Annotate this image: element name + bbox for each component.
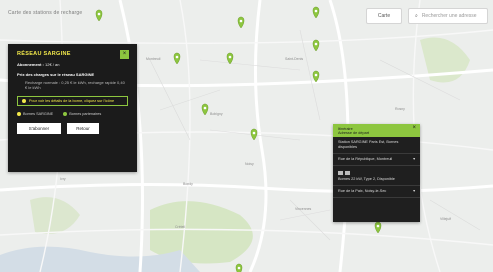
- search-icon: ⌕: [415, 13, 418, 19]
- route-subtitle: Adresse de départ: [338, 131, 370, 135]
- route-item-text: Bornes 22 kW, Type 2, Disponible: [338, 177, 395, 181]
- plug-icon: [345, 171, 350, 175]
- route-item[interactable]: Station SARGINE Paris Est, Bornes dispon…: [333, 137, 420, 154]
- green-dot-icon: [63, 112, 68, 116]
- town-label: Villejuif: [440, 217, 451, 221]
- town-label: Montreuil: [146, 57, 161, 61]
- town-label: Rosny: [395, 107, 405, 111]
- map-search-input[interactable]: ⌕ Rechercher une adresse: [408, 8, 488, 24]
- network-info-panel: RÉSEAU SARGINE × Abonnement : 12€ / an P…: [8, 44, 137, 172]
- route-panel: Itinéraire Adresse de départ × Station S…: [333, 124, 420, 222]
- chevron-down-icon: ▾: [413, 157, 415, 161]
- subscribe-button[interactable]: S'abonner: [17, 123, 61, 134]
- town-label: Vincennes: [295, 207, 312, 211]
- route-panel-header: Itinéraire Adresse de départ ×: [333, 124, 420, 137]
- map-type-button[interactable]: Carte: [366, 8, 402, 24]
- town-label: Saint-Denis: [285, 57, 303, 61]
- panel-title: RÉSEAU SARGINE: [17, 51, 71, 57]
- town-label: Créteil: [175, 225, 185, 229]
- town-label: Bobigny: [210, 112, 223, 116]
- town-label: Ivry: [60, 177, 66, 181]
- town-label: Noisy: [245, 162, 254, 166]
- legend-label: Bornes SARGINE: [23, 112, 54, 116]
- charging-station-pin-icon[interactable]: [235, 263, 243, 272]
- close-icon[interactable]: ×: [120, 50, 129, 59]
- route-item-text: Rue de la Paix, Noisy-le-Sec: [338, 189, 387, 193]
- plug-icon: [338, 171, 343, 175]
- route-item[interactable]: Rue de la République, Montreuil ▾: [333, 154, 420, 166]
- detail-hint-text: Pour voir les détails de la borne, cliqu…: [29, 99, 115, 103]
- close-icon[interactable]: ×: [412, 125, 416, 131]
- search-placeholder: Rechercher une adresse: [421, 13, 477, 19]
- price-heading-text: Prix des charges sur le réseau SARGINE: [17, 72, 95, 77]
- detail-hint: Pour voir les détails de la borne, cliqu…: [17, 96, 128, 106]
- info-dot-icon: [22, 99, 26, 103]
- map-type-label: Carte: [377, 13, 391, 19]
- yellow-dot-icon: [17, 112, 21, 116]
- subscription-row: Abonnement : 12€ / an: [17, 62, 128, 67]
- legend-item: Bornes SARGINE: [17, 112, 53, 116]
- chevron-down-icon: ▾: [413, 189, 415, 193]
- legend: Bornes SARGINE Bornes partenaires: [17, 112, 128, 116]
- subscription-label: Abonnement :: [17, 62, 44, 67]
- route-item-text: Rue de la République, Montreuil: [338, 157, 393, 161]
- legend-item: Bornes partenaires: [63, 112, 101, 116]
- price-heading: Prix des charges sur le réseau SARGINE: [17, 72, 128, 77]
- connector-icons: [338, 171, 415, 175]
- breadcrumb: Carte des stations de recharge: [8, 10, 83, 16]
- route-item[interactable]: Bornes 22 kW, Type 2, Disponible: [333, 166, 420, 186]
- back-button[interactable]: Retour: [67, 123, 99, 134]
- town-label: Bondy: [183, 182, 193, 186]
- route-item-text: Station SARGINE Paris Est, Bornes dispon…: [338, 140, 399, 149]
- legend-label: Bornes partenaires: [69, 112, 102, 116]
- subscription-value: 12€ / an: [45, 62, 60, 67]
- route-item[interactable]: Rue de la Paix, Noisy-le-Sec ▾: [333, 186, 420, 198]
- price-detail: Recharge normale : 0,25 € le kWh, rechar…: [25, 80, 125, 90]
